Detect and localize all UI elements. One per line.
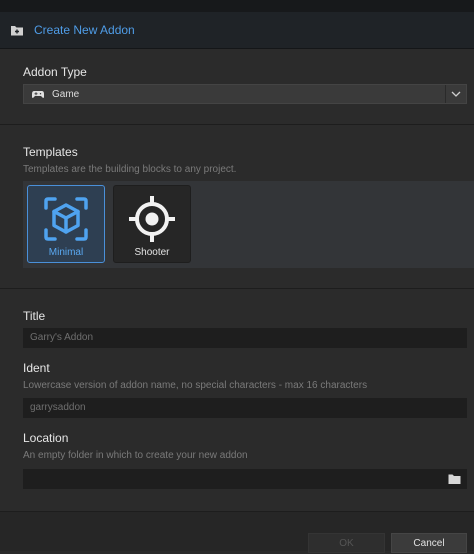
ok-button[interactable]: OK bbox=[308, 533, 385, 553]
template-minimal-label: Minimal bbox=[48, 247, 84, 258]
add-folder-icon bbox=[11, 26, 23, 36]
template-minimal[interactable]: Minimal bbox=[27, 185, 105, 263]
gamepad-icon bbox=[32, 91, 44, 98]
top-strip bbox=[0, 0, 474, 12]
addon-type-value: Game bbox=[52, 88, 80, 100]
addon-type-label: Addon Type bbox=[23, 65, 87, 79]
addon-type-select[interactable]: Game bbox=[23, 84, 467, 104]
crosshair-icon bbox=[129, 196, 175, 242]
template-shooter-label: Shooter bbox=[134, 247, 170, 258]
ident-input[interactable]: garrysaddon bbox=[23, 398, 467, 418]
dialog-footer: OK Cancel bbox=[0, 512, 474, 553]
template-shooter[interactable]: Shooter bbox=[113, 185, 191, 263]
cancel-button[interactable]: Cancel bbox=[391, 533, 467, 553]
location-label: Location bbox=[23, 431, 69, 445]
chevron-down-icon[interactable] bbox=[445, 85, 466, 103]
templates-hint: Templates are the building blocks to any… bbox=[23, 164, 237, 175]
location-input[interactable] bbox=[23, 469, 467, 489]
template-gallery: Minimal Shooter bbox=[23, 181, 474, 268]
title-label: Title bbox=[23, 309, 46, 323]
ident-label: Ident bbox=[23, 361, 50, 375]
location-hint: An empty folder in which to create your … bbox=[23, 450, 248, 461]
dialog-titlebar: Create New Addon bbox=[0, 12, 474, 49]
folder-icon[interactable] bbox=[448, 473, 461, 485]
ident-hint: Lowercase version of addon name, no spec… bbox=[23, 380, 368, 391]
templates-label: Templates bbox=[23, 145, 78, 159]
dialog-title: Create New Addon bbox=[34, 23, 135, 37]
cube-focus-icon bbox=[44, 197, 88, 241]
title-input[interactable]: Garry's Addon bbox=[23, 328, 467, 348]
